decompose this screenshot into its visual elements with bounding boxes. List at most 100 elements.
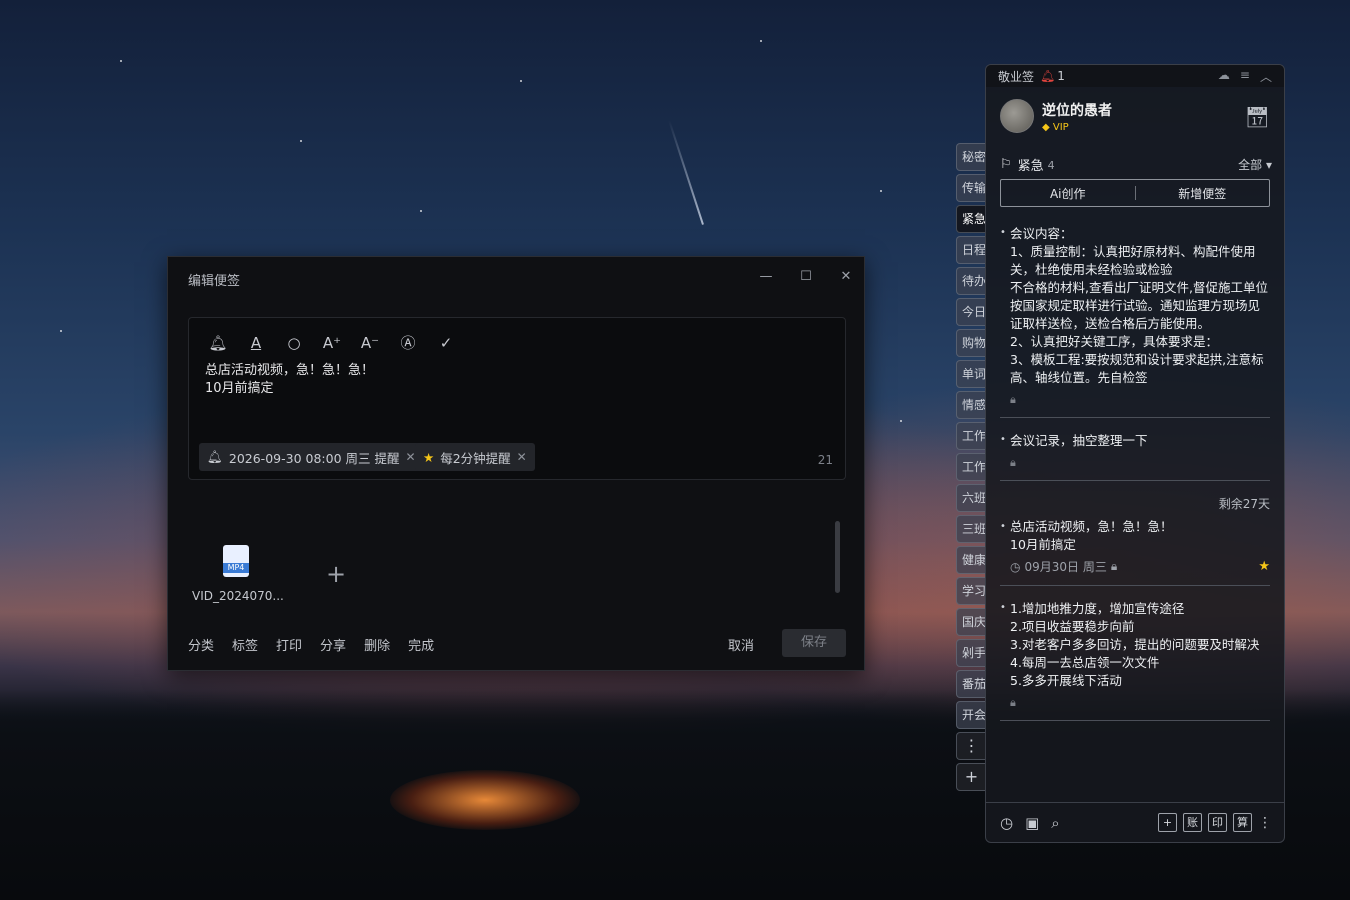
font-color-icon[interactable]: A (245, 332, 267, 354)
side-tab[interactable]: 国庆 (956, 608, 986, 636)
category-button[interactable]: 分类 (188, 635, 214, 654)
font-decrease-icon[interactable]: A⁻ (359, 332, 381, 354)
new-note-button[interactable]: 新增便签 (1136, 185, 1270, 202)
add-note-icon[interactable]: + (1158, 813, 1177, 832)
user-profile[interactable]: 逆位的愚者 ◆ VIP (1000, 99, 1112, 133)
side-tab[interactable]: 传输 (956, 174, 986, 202)
note-editor[interactable]: 🔔︎ A ○ A⁺ A⁻ Ⓐ ✓ 总店活动视频，急！急！急！ 10月前搞定 🔔︎… (188, 317, 846, 480)
side-tab[interactable]: 健康 (956, 546, 986, 574)
print-button[interactable]: 打印 (276, 635, 302, 654)
side-tab[interactable]: 六班 (956, 484, 986, 512)
editor-toolbar: 🔔︎ A ○ A⁺ A⁻ Ⓐ ✓ (207, 332, 457, 354)
done-button[interactable]: 完成 (408, 635, 434, 654)
calculator-button[interactable]: 算 (1233, 813, 1252, 832)
reminder-bell-icon[interactable]: 🔔︎ (1040, 69, 1055, 83)
dialog-title: 编辑便签 (188, 274, 241, 289)
maximize-button[interactable]: ☐ (796, 267, 816, 287)
note-text: 总店活动视频，急！急！急！ 10月前搞定 (1010, 519, 1173, 552)
note-item[interactable]: • 1.增加地推力度，增加宣传途径 2.项目收益要稳步向前 3.对老客户多多回访… (1000, 600, 1270, 721)
side-tab[interactable]: 日程 (956, 236, 986, 264)
background-star (760, 40, 762, 42)
edit-note-dialog: 编辑便签 — ☐ ✕ 🔔︎ A ○ A⁺ A⁻ Ⓐ ✓ 总店活动视频，急！急！急… (167, 256, 865, 671)
more-icon[interactable]: ⋮ (1258, 815, 1272, 831)
cancel-button[interactable]: 取消 (728, 635, 754, 654)
note-text: 会议内容： 1、质量控制：认真把好原材料、构配件使用关，杜绝使用未经检验或检验 … (1010, 226, 1268, 385)
vip-label: VIP (1052, 121, 1069, 133)
bullet-icon: • (1000, 227, 1006, 238)
side-tab[interactable]: 番茄 (956, 670, 986, 698)
attachment-name: VID_2024070... (192, 589, 284, 603)
check-icon[interactable]: ✓ (435, 332, 457, 354)
side-tab[interactable]: 工作 (956, 453, 986, 481)
more-categories-button[interactable]: ⋮ (956, 732, 986, 760)
lock-icon: 🔒︎ (1010, 393, 1016, 406)
flag-icon: ⚐ (1000, 157, 1012, 172)
filter-dropdown[interactable]: 全部 ▾ (1238, 156, 1272, 173)
archive-icon[interactable]: ▣ (1025, 814, 1039, 832)
category-header: ⚐ 紧急 4 全部 ▾ (1000, 155, 1272, 174)
clock-icon[interactable]: ◷ (1000, 814, 1013, 832)
bell-icon: 🔔︎ (207, 449, 223, 464)
print-button[interactable]: 印 (1208, 813, 1227, 832)
side-tab[interactable]: 剁手 (956, 639, 986, 667)
side-tab[interactable]: 开会 (956, 701, 986, 729)
background-star (120, 60, 122, 62)
search-icon[interactable]: ⌕ (1051, 814, 1059, 832)
side-tab[interactable]: 工作 (956, 422, 986, 450)
note-item[interactable]: • 会议记录，抽空整理一下 🔒︎ (1000, 432, 1270, 481)
star-icon[interactable]: ★ (1258, 559, 1270, 574)
side-tab[interactable]: 情感 (956, 391, 986, 419)
note-list: • 会议内容： 1、质量控制：认真把好原材料、构配件使用关，杜绝使用未经检验或检… (1000, 225, 1270, 735)
side-tab[interactable]: 待办 (956, 267, 986, 295)
delete-button[interactable]: 删除 (364, 635, 390, 654)
note-text: 1.增加地推力度，增加宣传途径 2.项目收益要稳步向前 3.对老客户多多回访，提… (1010, 601, 1260, 688)
add-attachment-icon[interactable]: + (326, 560, 346, 588)
note-content[interactable]: 总店活动视频，急！急！急！ 10月前搞定 (205, 362, 374, 398)
star-icon: ★ (423, 449, 435, 465)
attachment-item[interactable]: MP4 VID_2024070... (192, 545, 284, 603)
text-style-icon[interactable]: Ⓐ (397, 332, 419, 354)
side-tab[interactable]: 单词 (956, 360, 986, 388)
filter-label: 全部 (1238, 158, 1263, 172)
notes-panel: 敬业签 🔔︎ 1 ☁ ≡ ︿ 逆位的愚者 ◆ VIP 📅︎ ⚐ 紧急 4 全部 … (985, 64, 1285, 843)
side-tab[interactable]: 今日 (956, 298, 986, 326)
close-button[interactable]: ✕ (836, 267, 856, 287)
calendar-icon[interactable]: 📅︎ (1245, 105, 1270, 129)
cloud-sync-icon[interactable]: ☁ (1218, 68, 1230, 85)
minimize-button[interactable]: — (756, 267, 776, 287)
add-category-button[interactable]: + (956, 763, 986, 791)
panel-header: 敬业签 🔔︎ 1 ☁ ≡ ︿ (986, 65, 1284, 87)
side-tab[interactable]: 学习 (956, 577, 986, 605)
background-star (900, 420, 902, 422)
save-button[interactable]: 保存 (782, 629, 846, 657)
ai-create-button[interactable]: Ai创作 (1001, 185, 1135, 202)
side-tab[interactable]: 秘密 (956, 143, 986, 171)
side-tab-active[interactable]: 紧急 (956, 205, 986, 233)
menu-icon[interactable]: ≡ (1240, 68, 1250, 85)
remove-repeat-icon[interactable]: ✕ (517, 450, 527, 464)
collapse-icon[interactable]: ︿ (1260, 68, 1272, 85)
note-item[interactable]: • 会议内容： 1、质量控制：认真把好原材料、构配件使用关，杜绝使用未经检验或检… (1000, 225, 1270, 418)
reminder-chip[interactable]: 🔔︎ 2026-09-30 08:00 周三 提醒 ✕ (199, 443, 424, 471)
repeat-reminder-chip[interactable]: ★ 每2分钟提醒 ✕ (415, 443, 535, 471)
bullet-icon: • (1000, 602, 1006, 613)
char-count: 21 (817, 453, 833, 467)
note-date: 09月30日 周三 (1024, 560, 1107, 574)
note-item[interactable]: 剩余27天 • 总店活动视频，急！急！急！ 10月前搞定 ◷ 09月30日 周三… (1000, 495, 1270, 586)
background-star (420, 210, 422, 212)
search-icon[interactable]: ○ (283, 332, 305, 354)
side-tab[interactable]: 三班 (956, 515, 986, 543)
user-name: 逆位的愚者 (1042, 102, 1112, 119)
tag-button[interactable]: 标签 (232, 635, 258, 654)
bullet-icon: • (1000, 434, 1006, 445)
share-button[interactable]: 分享 (320, 635, 346, 654)
clock-icon: ◷ (1010, 559, 1021, 574)
account-book-button[interactable]: 账 (1183, 813, 1202, 832)
bell-icon[interactable]: 🔔︎ (207, 332, 229, 354)
background-star (880, 190, 882, 192)
scrollbar[interactable] (835, 521, 840, 593)
font-increase-icon[interactable]: A⁺ (321, 332, 343, 354)
side-tab[interactable]: 购物 (956, 329, 986, 357)
avatar[interactable] (1000, 99, 1034, 133)
action-bar: Ai创作 新增便签 (1000, 179, 1270, 207)
